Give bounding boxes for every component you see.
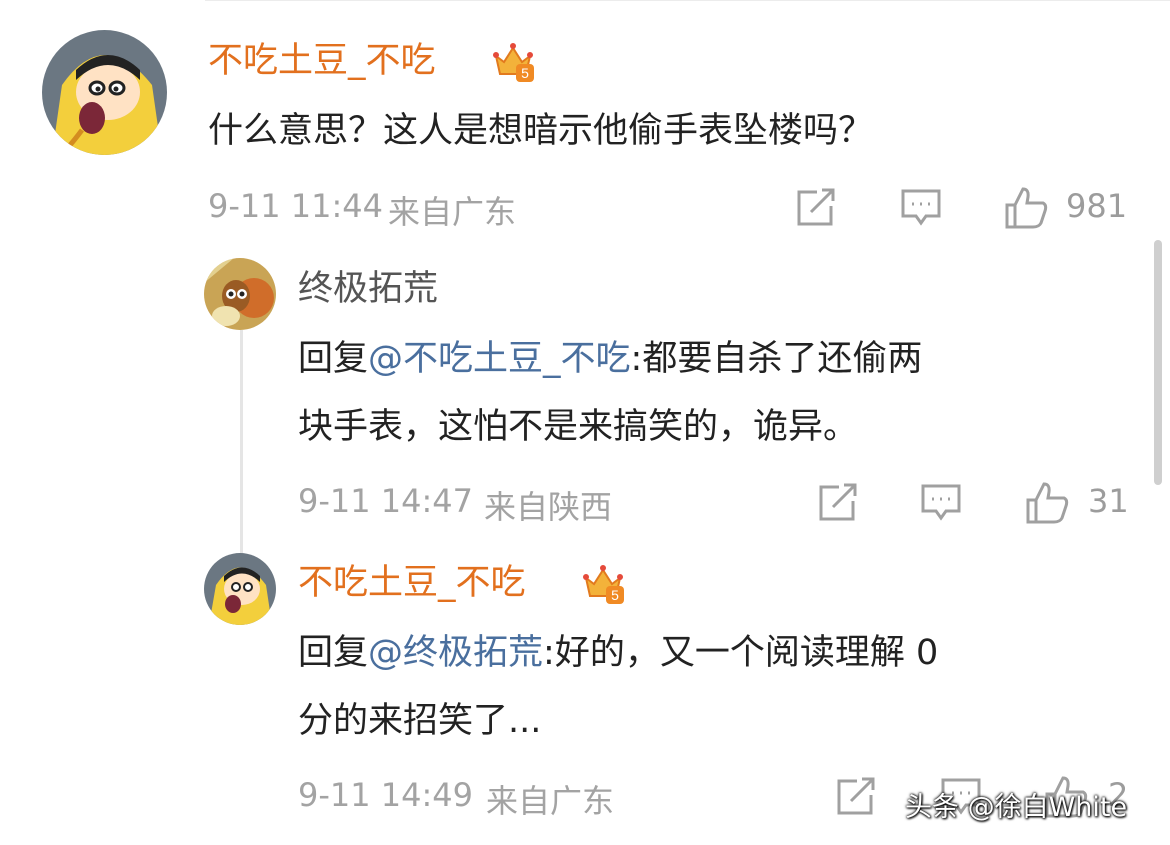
like-icon[interactable] bbox=[1024, 480, 1070, 530]
reply-body: :都要自杀了还偷两 bbox=[630, 339, 923, 379]
svg-text:5: 5 bbox=[611, 587, 619, 603]
reply-line: 分的来招笑了... bbox=[298, 701, 542, 741]
avatar[interactable] bbox=[42, 30, 167, 155]
top-divider bbox=[205, 0, 1170, 1]
reply-line: 回复@终极拓荒:好的，又一个阅读理解 0 bbox=[298, 619, 1128, 687]
author-name[interactable]: 不吃土豆_不吃 bbox=[298, 561, 526, 605]
reply-location: 来自广东 bbox=[486, 782, 615, 820]
reply-body: :好的，又一个阅读理解 0 bbox=[543, 633, 939, 673]
watermark: 头条 @徐白White bbox=[905, 792, 1128, 823]
comment-location: 来自广东 bbox=[388, 193, 517, 231]
share-icon[interactable] bbox=[795, 188, 837, 232]
reply-text: 回复@不吃土豆_不吃:都要自杀了还偷两 块手表，这怕不是来搞笑的，诡异。 bbox=[298, 325, 1128, 461]
reply-thread-line bbox=[240, 330, 243, 555]
like-count: 31 bbox=[1088, 482, 1129, 520]
avatar[interactable] bbox=[204, 553, 276, 625]
reply-line: 回复@不吃土豆_不吃:都要自杀了还偷两 bbox=[298, 325, 1128, 393]
crown-badge-icon: 5 bbox=[490, 38, 536, 84]
comment-time: 9-11 11:44 bbox=[208, 187, 384, 225]
reply-location: 来自陕西 bbox=[484, 488, 613, 526]
mention-link[interactable]: @不吃土豆_不吃 bbox=[368, 339, 631, 379]
reply-time: 9-11 14:49 bbox=[298, 776, 474, 814]
like-icon[interactable] bbox=[1003, 185, 1049, 235]
share-icon[interactable] bbox=[817, 483, 859, 527]
reply-prefix: 回复 bbox=[298, 339, 369, 379]
avatar[interactable] bbox=[204, 258, 276, 330]
scrollbar[interactable] bbox=[1154, 240, 1162, 485]
reply-line: 块手表，这怕不是来搞笑的，诡异。 bbox=[298, 407, 859, 447]
author-name[interactable]: 不吃土豆_不吃 bbox=[208, 39, 436, 83]
author-name[interactable]: 终极拓荒 bbox=[298, 267, 438, 311]
like-count: 981 bbox=[1066, 187, 1128, 225]
crown-badge-icon: 5 bbox=[580, 560, 626, 606]
reply-time: 9-11 14:47 bbox=[298, 482, 474, 520]
comment-text: 什么意思？这人是想暗示他偷手表坠楼吗？ bbox=[208, 111, 874, 151]
reply-prefix: 回复 bbox=[298, 633, 369, 673]
share-icon[interactable] bbox=[835, 777, 877, 821]
comment-icon[interactable] bbox=[920, 483, 962, 527]
reply-text: 回复@终极拓荒:好的，又一个阅读理解 0 分的来招笑了... bbox=[298, 619, 1128, 755]
comment-icon[interactable] bbox=[900, 188, 942, 232]
mention-link[interactable]: @终极拓荒 bbox=[368, 633, 543, 673]
svg-text:5: 5 bbox=[521, 65, 529, 81]
